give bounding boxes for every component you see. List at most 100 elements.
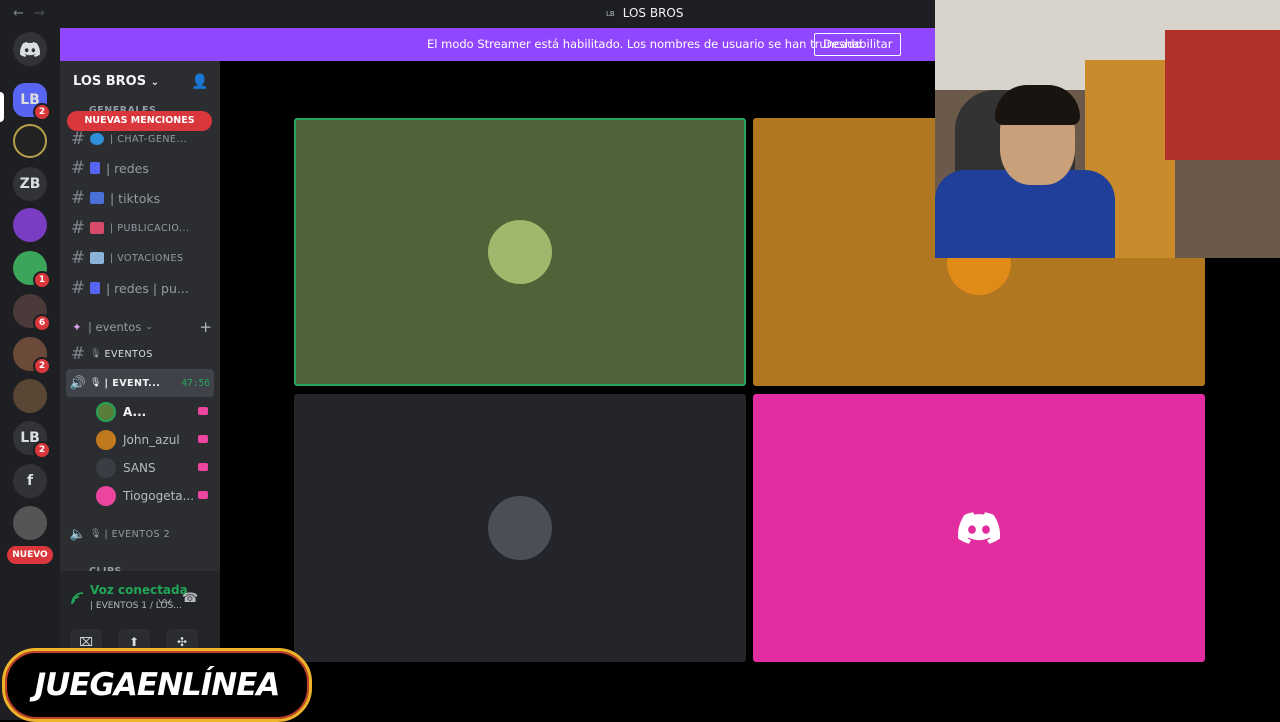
- server-purple[interactable]: [13, 208, 47, 242]
- avatar: [96, 486, 116, 506]
- category-eventos[interactable]: ✦ | eventos ⌄ +: [66, 313, 214, 341]
- window-title-text: LOS BROS: [622, 6, 684, 20]
- disable-streamer-button[interactable]: Deshabilitar: [814, 33, 902, 56]
- video-tile[interactable]: [294, 394, 746, 662]
- chevron-down-icon: ⌄: [145, 322, 153, 332]
- guild-name: LOS BROS: [73, 74, 147, 89]
- avatar: [96, 402, 116, 422]
- mention-badge: 2: [33, 357, 51, 375]
- category-label: | eventos: [88, 320, 142, 334]
- channel-label: | redes: [106, 160, 149, 176]
- back-arrow-icon[interactable]: ←: [13, 6, 24, 21]
- voice-member[interactable]: John_azul: [96, 427, 208, 453]
- discord-logo-icon: [20, 41, 40, 57]
- channel-label: | tiktoks: [110, 190, 161, 206]
- avatar: [96, 430, 116, 450]
- chevron-down-icon: ⌄: [150, 77, 160, 88]
- juegaenlinea-watermark: JUEGAENLÍNEA: [2, 648, 312, 722]
- voice-member[interactable]: Tiogogeta...: [96, 483, 208, 509]
- server-label: ZB: [19, 176, 41, 192]
- noise-suppression-icon[interactable]: 〰: [158, 591, 171, 610]
- server-green-mascot[interactable]: 1: [13, 251, 51, 289]
- channel-tiktoks[interactable]: # | tiktoks: [66, 184, 214, 212]
- voice-status-text[interactable]: Voz conectada: [90, 583, 188, 597]
- hash-icon: #: [70, 248, 86, 268]
- party-icon: ✦: [72, 320, 82, 334]
- mention-badge: 6: [33, 314, 51, 332]
- speaker-icon: 🔊: [69, 375, 87, 391]
- avatar: [96, 458, 116, 478]
- hash-icon: #: [70, 158, 86, 178]
- add-channel-icon[interactable]: +: [199, 318, 212, 336]
- channel-publicaciones[interactable]: # | PUBLICACIO...: [66, 214, 214, 242]
- avatar: [488, 220, 552, 284]
- hash-icon: #: [70, 344, 86, 364]
- channel-label: | EVENTOS 2: [104, 528, 171, 540]
- channel-redes-publicidad[interactable]: # | redes | pu...: [66, 274, 214, 302]
- discord-logo-icon: [958, 512, 1000, 544]
- member-name: John_azul: [123, 433, 180, 447]
- video-stage: [220, 61, 1205, 720]
- title-bar: ← → LB LOS BROS: [0, 0, 935, 28]
- hash-icon: #: [70, 278, 86, 298]
- mention-badge: 2: [33, 441, 51, 459]
- voice-channel-eventos-1[interactable]: 🔊 🎙 | EVENT... 47:56: [66, 369, 214, 397]
- signal-icon[interactable]: [70, 591, 84, 605]
- window-title: LB LOS BROS: [606, 6, 683, 20]
- channel-chat-general[interactable]: # | CHAT-GENE...: [66, 125, 214, 153]
- discord-home-button[interactable]: [13, 32, 47, 66]
- channel-eventos[interactable]: # 🎙 EVENTOS: [66, 340, 214, 368]
- member-name: Tiogogeta...: [123, 489, 195, 503]
- server-gold-emblem[interactable]: [13, 124, 47, 158]
- server-rail: LB 2 ZB 1 6 2 LB 2 f NUEVO: [0, 28, 60, 720]
- server-lb[interactable]: LB 2: [13, 421, 51, 459]
- channel-redes[interactable]: # | redes: [66, 154, 214, 182]
- microphone-icon: 🎙: [90, 349, 102, 359]
- channel-label: EVENTOS: [104, 348, 153, 360]
- server-label: f: [26, 473, 34, 489]
- new-servers-badge[interactable]: NUEVO: [7, 546, 53, 564]
- hash-icon: #: [70, 188, 86, 208]
- webcam-jerseys: [1165, 30, 1280, 160]
- server-brown[interactable]: [13, 379, 47, 413]
- member-name: A...: [123, 405, 147, 419]
- channel-label: | VOTACIONES: [110, 252, 184, 264]
- forward-arrow-icon[interactable]: →: [34, 6, 45, 21]
- video-icon: [198, 463, 208, 471]
- video-tile[interactable]: [753, 394, 1205, 662]
- channel-label: | PUBLICACIO...: [110, 222, 190, 234]
- server-photo[interactable]: 2: [13, 337, 51, 375]
- video-icon: [198, 435, 208, 443]
- streamer-mode-banner: El modo Streamer está habilitado. Los no…: [60, 28, 935, 61]
- video-tile[interactable]: [294, 118, 746, 386]
- member-name: SANS: [123, 461, 156, 475]
- avatar: [488, 496, 552, 560]
- voice-member[interactable]: A...: [96, 399, 208, 425]
- speaker-icon: 🔈: [69, 526, 87, 542]
- webcam-overlay: [935, 0, 1280, 258]
- server-dark-photo[interactable]: 6: [13, 294, 51, 332]
- guild-name-header[interactable]: LOS BROS ⌄: [73, 74, 159, 89]
- server-wrestler[interactable]: [13, 506, 47, 540]
- channel-votaciones[interactable]: # | VOTACIONES: [66, 244, 214, 272]
- banner-text: El modo Streamer está habilitado. Los no…: [427, 37, 866, 51]
- webcam-hair: [995, 85, 1080, 125]
- phone-icon: [90, 162, 100, 174]
- mailbox-icon: [90, 222, 104, 234]
- channel-label: | CHAT-GENE...: [110, 133, 187, 145]
- voice-member[interactable]: SANS: [96, 455, 208, 481]
- voice-channel-eventos-2[interactable]: 🔈 🎙 | EVENTOS 2: [66, 520, 214, 548]
- mention-badge: 2: [33, 103, 51, 121]
- server-tag: LB: [606, 9, 615, 18]
- disconnect-icon[interactable]: ☎: [182, 591, 198, 606]
- server-f[interactable]: f: [13, 464, 47, 498]
- server-zb[interactable]: ZB: [13, 167, 47, 201]
- channel-label: | redes | pu...: [106, 280, 189, 296]
- microphone-icon: 🎙: [90, 378, 102, 388]
- tiktok-icon: [90, 192, 104, 204]
- server-los-bros[interactable]: LB 2: [13, 83, 51, 121]
- invite-people-icon[interactable]: 👤: [191, 74, 208, 90]
- microphone-icon: 🎙: [90, 529, 102, 539]
- hash-icon: #: [70, 129, 86, 149]
- channel-label: | EVENT...: [104, 377, 161, 389]
